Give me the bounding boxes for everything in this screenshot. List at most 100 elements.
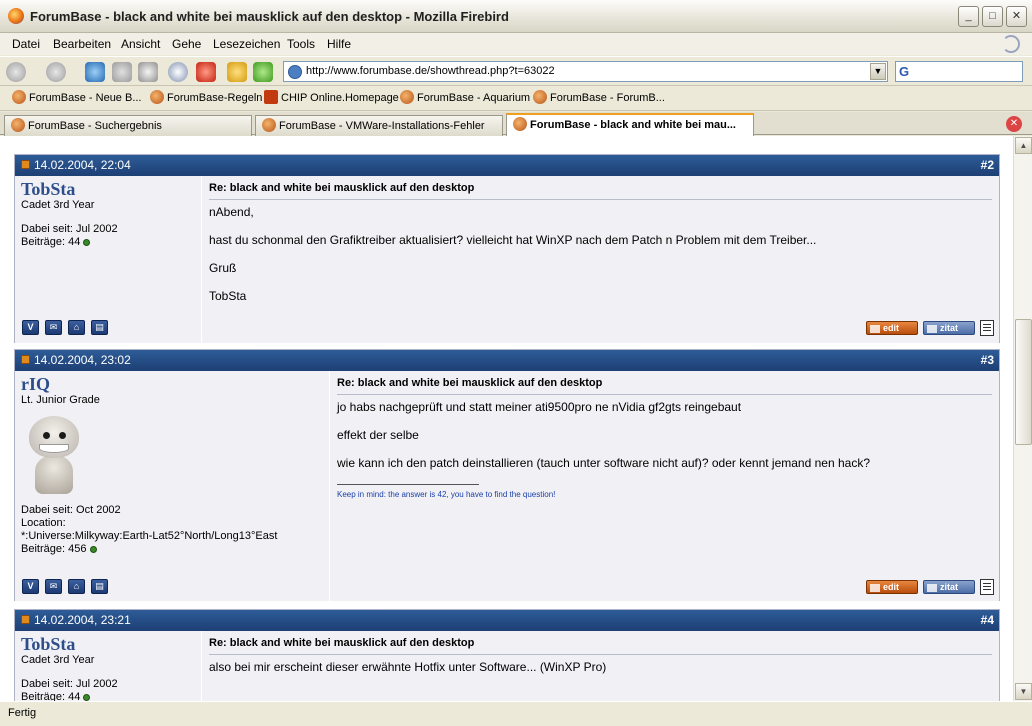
- stop-icon[interactable]: [112, 62, 132, 82]
- minimize-button[interactable]: _: [958, 6, 979, 27]
- profile-icon[interactable]: V: [22, 320, 39, 335]
- bookmark-neue-beitraege[interactable]: ForumBase - Neue B...: [12, 90, 142, 107]
- menu-hilfe[interactable]: Hilfe: [327, 37, 351, 51]
- reload-icon[interactable]: [85, 62, 105, 82]
- bookmark-forumbase-regeln[interactable]: ForumBase-Regeln: [150, 90, 262, 107]
- home-icon[interactable]: [138, 62, 158, 82]
- reputation-dot-icon: [83, 238, 91, 246]
- post-subject: Re: black and white bei mausklick auf de…: [209, 182, 992, 200]
- user-location-label: Location:: [21, 517, 66, 529]
- post-icon: [21, 355, 30, 365]
- user-post-count: Beiträge: 44: [21, 236, 195, 249]
- reputation-dot-icon: [89, 545, 97, 553]
- bookmark-forumbase-aquarium[interactable]: ForumBase - Aquarium: [400, 90, 530, 107]
- user-joined: Dabei seit: Oct 2002: [21, 504, 121, 516]
- quote-button[interactable]: zitat: [923, 580, 975, 594]
- address-dropdown-button[interactable]: ▼: [870, 63, 886, 80]
- username-link[interactable]: rIQ: [21, 374, 323, 394]
- forumbase-favicon-icon: [150, 90, 164, 104]
- menu-ansicht[interactable]: Ansicht: [121, 37, 160, 51]
- menu-datei[interactable]: Datei: [12, 37, 40, 51]
- scroll-down-icon[interactable]: ▼: [1015, 683, 1032, 700]
- forward-icon[interactable]: [46, 62, 66, 82]
- maximize-button[interactable]: □: [982, 6, 1003, 27]
- page-viewport[interactable]: 14.02.2004, 22:04 #2 TobSta Cadet 3rd Ye…: [0, 136, 1013, 701]
- chip-favicon-icon: [264, 90, 278, 104]
- scroll-up-icon[interactable]: ▲: [1015, 137, 1032, 154]
- post-userinfo: TobSta Cadet 3rd Year Dabei seit: Jul 20…: [15, 176, 201, 343]
- post-userinfo: rIQ Lt. Junior Grade Dabei seit: Oct 200…: [15, 371, 329, 601]
- tab-vmware-installations-fehler[interactable]: ForumBase - VMWare-Installations-Fehler: [255, 115, 503, 136]
- multi-quote-icon[interactable]: [980, 579, 994, 595]
- post-number-link[interactable]: #2: [981, 158, 994, 172]
- post-footer-icons: V ✉ ⌂ ▤: [22, 579, 108, 594]
- edit-button[interactable]: edit: [866, 580, 918, 594]
- window-titlebar[interactable]: ForumBase - black and white bei mausklic…: [0, 0, 1032, 33]
- status-text: Fertig: [8, 707, 37, 719]
- new-tab-icon[interactable]: [253, 62, 273, 82]
- multi-quote-icon[interactable]: [980, 320, 994, 336]
- firebird-app-icon: [8, 8, 24, 24]
- post-icon: [21, 615, 30, 625]
- post-line: Gruß: [209, 261, 237, 275]
- post-userinfo: TobSta Cadet 3rd Year Dabei seit: Jul 20…: [15, 631, 201, 701]
- downloads-icon[interactable]: [227, 62, 247, 82]
- avatar-body: [35, 456, 73, 494]
- forumbase-favicon-icon: [513, 117, 527, 131]
- user-rank: Cadet 3rd Year: [21, 654, 95, 666]
- post-message: Re: black and white bei mausklick auf de…: [201, 631, 999, 701]
- edit-button[interactable]: edit: [866, 321, 918, 335]
- post-subject: Re: black and white bei mausklick auf de…: [209, 637, 992, 655]
- menu-tools[interactable]: Tools: [287, 37, 315, 51]
- bookmark-star-icon[interactable]: [196, 62, 216, 82]
- scroll-thumb[interactable]: [1015, 319, 1032, 445]
- google-search-icon[interactable]: G: [899, 64, 909, 79]
- post-line: jo habs nachgeprüft und statt meiner ati…: [337, 400, 742, 414]
- site-favicon-icon: [288, 65, 302, 79]
- user-post-count: Beiträge: 44: [21, 691, 195, 701]
- close-window-button[interactable]: ✕: [1006, 6, 1027, 27]
- forumbase-favicon-icon: [533, 90, 547, 104]
- address-bar[interactable]: http://www.forumbase.de/showthread.php?t…: [283, 61, 888, 82]
- post-number-link[interactable]: #4: [981, 613, 994, 627]
- post-subject: Re: black and white bei mausklick auf de…: [337, 377, 992, 395]
- post-number-link[interactable]: #3: [981, 353, 994, 367]
- post-header: 14.02.2004, 22:04 #2: [15, 155, 999, 176]
- homepage-icon[interactable]: ⌂: [68, 320, 85, 335]
- forumbase-favicon-icon: [11, 118, 25, 132]
- avatar-eye: [59, 432, 66, 439]
- tab-suchergebnis[interactable]: ForumBase - Suchergebnis: [4, 115, 252, 136]
- search-box[interactable]: G: [895, 61, 1023, 82]
- post-4: 14.02.2004, 23:21 #4 TobSta Cadet 3rd Ye…: [14, 609, 1000, 701]
- post-action-buttons: edit zitat: [866, 579, 994, 595]
- quote-button[interactable]: zitat: [923, 321, 975, 335]
- close-tab-icon[interactable]: ✕: [1006, 116, 1022, 132]
- menu-lesezeichen[interactable]: Lesezeichen: [213, 37, 280, 51]
- homepage-icon[interactable]: ⌂: [68, 579, 85, 594]
- post-line: also bei mir erscheint dieser erwähnte H…: [209, 660, 607, 674]
- private-message-icon[interactable]: ✉: [45, 579, 62, 594]
- post-date: 14.02.2004, 22:04: [34, 158, 131, 172]
- quote-icon: [927, 583, 937, 592]
- history-icon[interactable]: [168, 62, 188, 82]
- back-icon[interactable]: [6, 62, 26, 82]
- avatar-teeth: [39, 444, 69, 453]
- menu-bearbeiten[interactable]: Bearbeiten: [53, 37, 111, 51]
- tab-black-and-white[interactable]: ForumBase - black and white bei mau...: [506, 113, 754, 136]
- username-link[interactable]: TobSta: [21, 179, 195, 199]
- throbber-icon: [1002, 35, 1020, 53]
- bookmark-forumbase-forumb[interactable]: ForumBase - ForumB...: [533, 90, 665, 107]
- page-scrollbar[interactable]: ▲ ▼: [1013, 136, 1032, 701]
- post-line: nAbend,: [209, 205, 254, 219]
- post-line: effekt der selbe: [337, 428, 419, 442]
- print-icon[interactable]: ▤: [91, 579, 108, 594]
- bookmark-chip-online[interactable]: CHIP Online.Homepage: [264, 90, 399, 107]
- window-title: ForumBase - black and white bei mausklic…: [30, 9, 509, 24]
- print-icon[interactable]: ▤: [91, 320, 108, 335]
- status-bar: Fertig: [0, 701, 1032, 726]
- profile-icon[interactable]: V: [22, 579, 39, 594]
- menu-gehe[interactable]: Gehe: [172, 37, 201, 51]
- username-link[interactable]: TobSta: [21, 634, 195, 654]
- private-message-icon[interactable]: ✉: [45, 320, 62, 335]
- address-url[interactable]: http://www.forumbase.de/showthread.php?t…: [306, 65, 555, 77]
